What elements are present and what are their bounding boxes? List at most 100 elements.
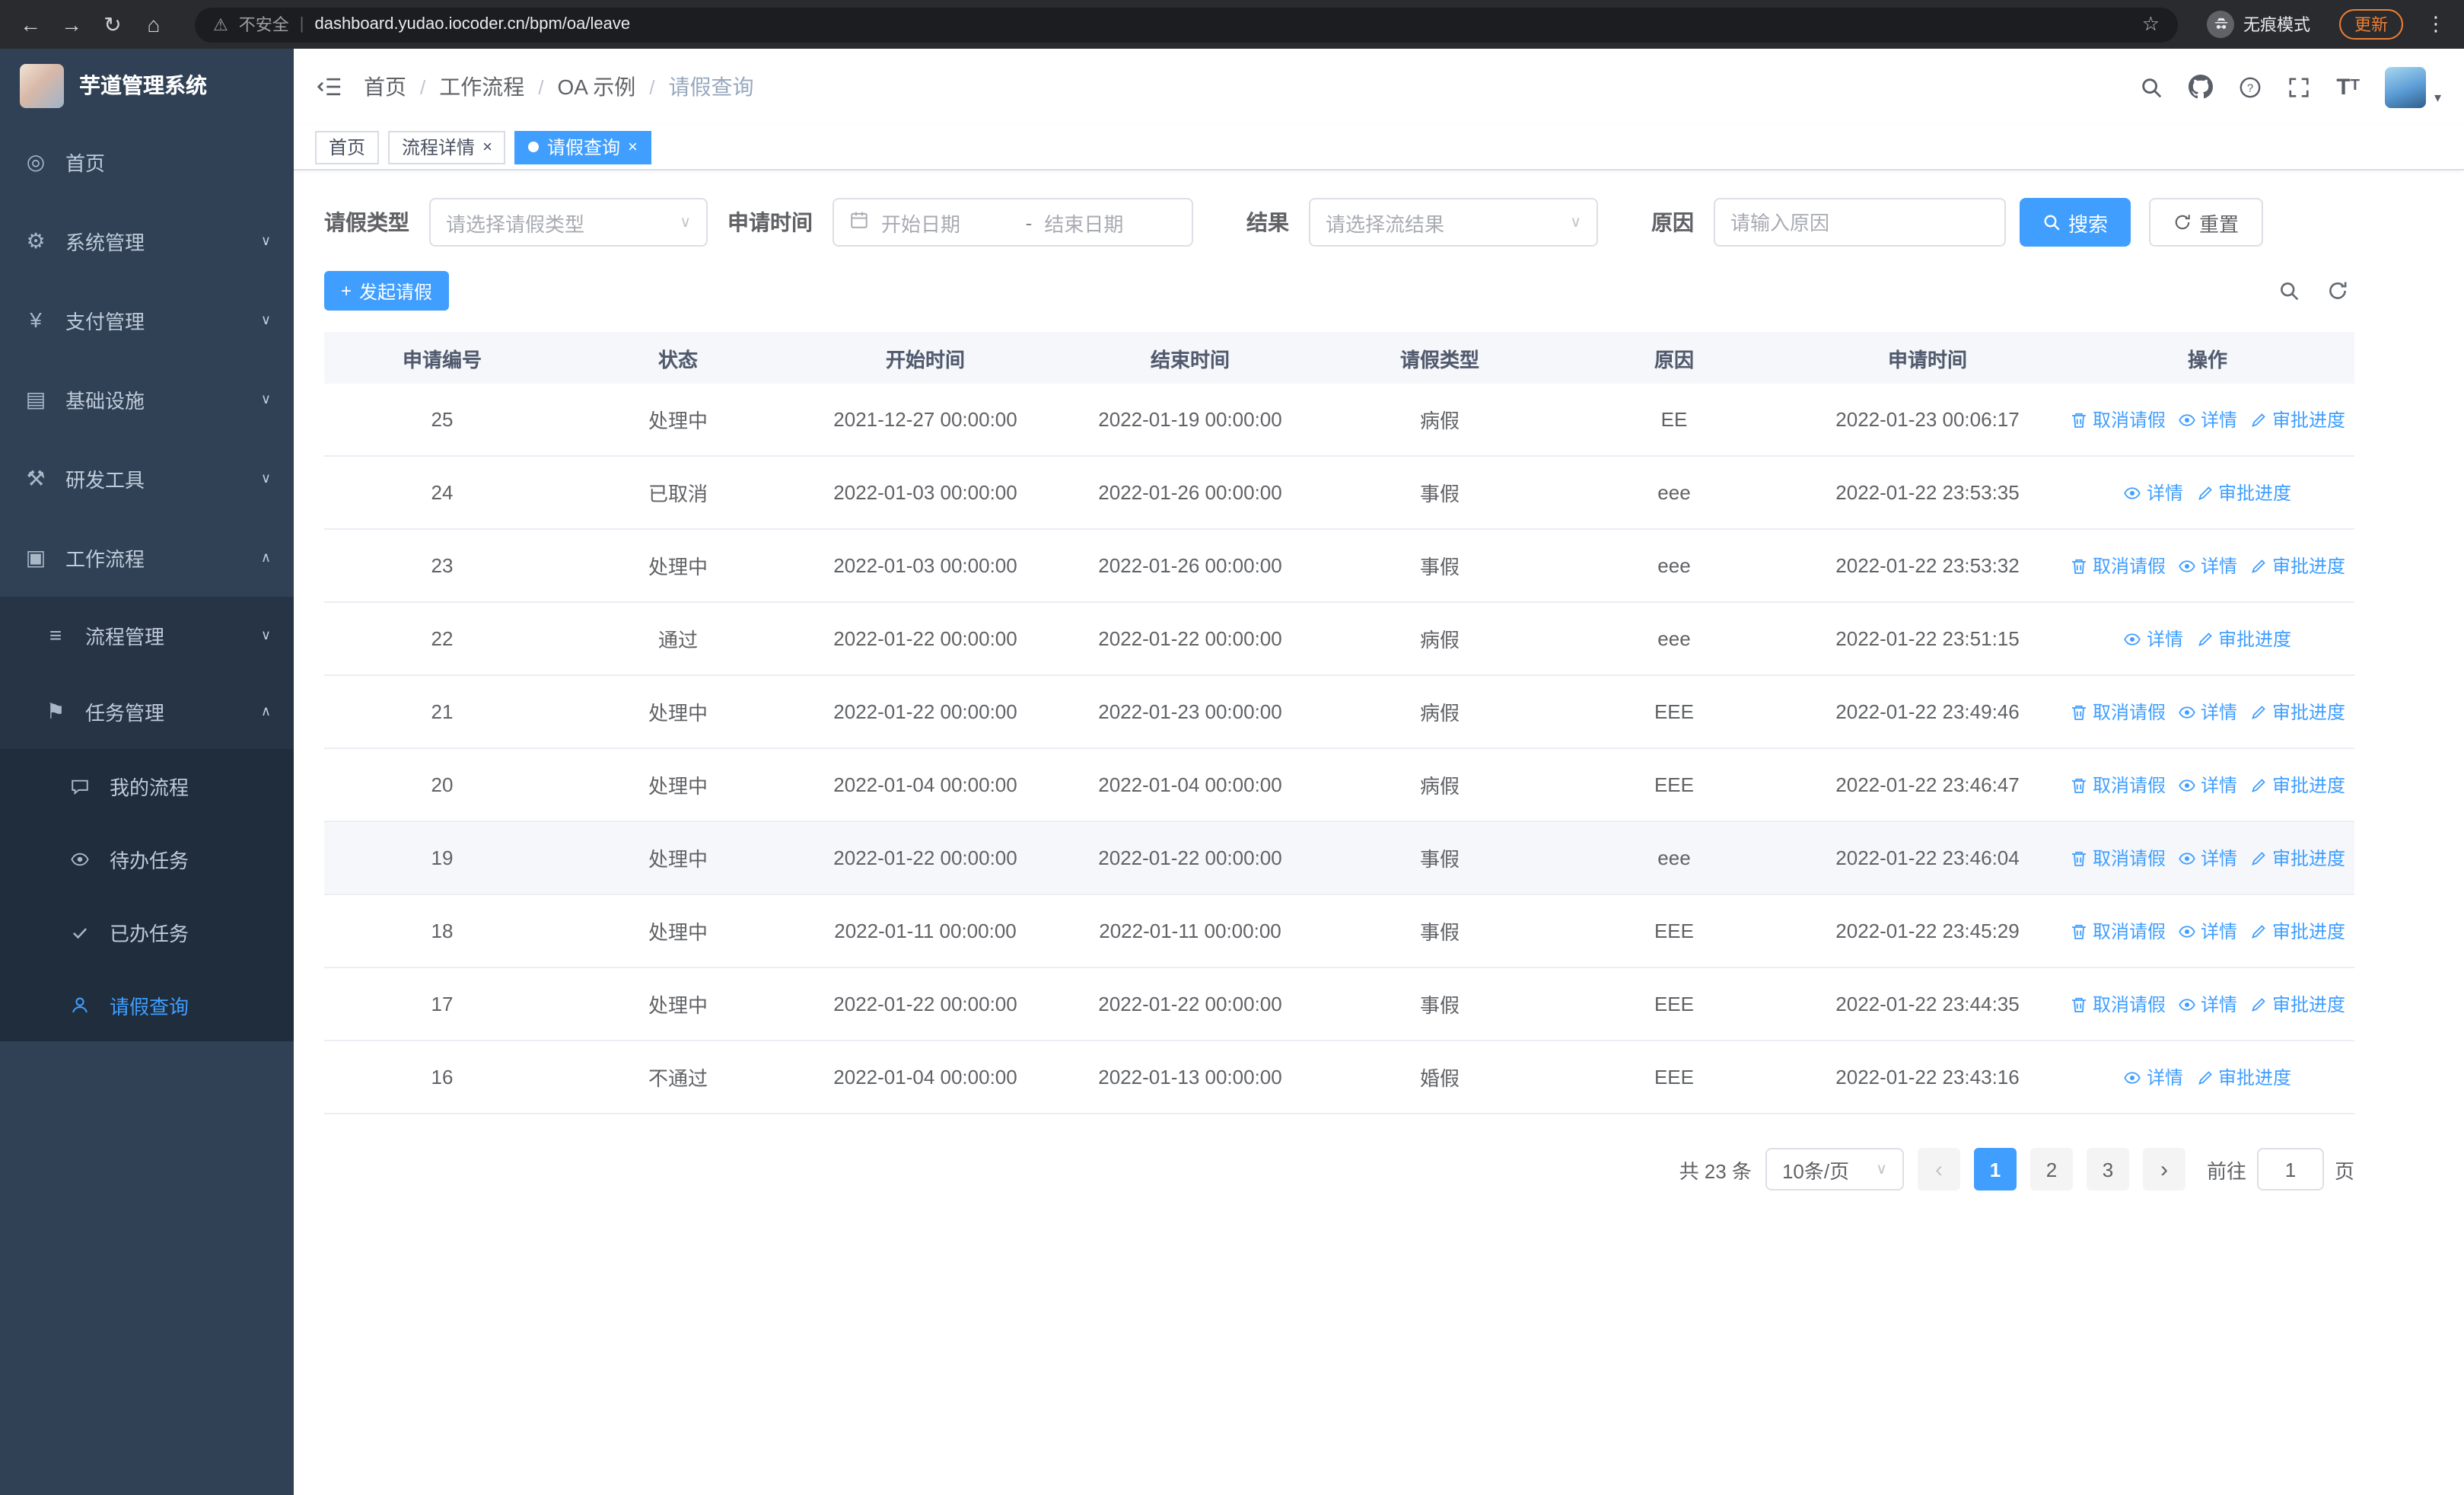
fullscreen-icon[interactable] (2287, 75, 2310, 98)
plus-icon: + (341, 280, 352, 301)
page-button-2[interactable]: 2 (2029, 1148, 2073, 1191)
action-cancel-leave[interactable]: 取消请假 (2070, 845, 2166, 871)
update-button[interactable]: 更新 (2339, 9, 2403, 40)
action-detail[interactable]: 详情 (2124, 480, 2183, 505)
divider: | (299, 15, 304, 33)
cell-reason: eee (1657, 846, 1691, 869)
table-row: 16 不通过 2022-01-04 00:00:00 2022-01-13 00:00… (324, 1041, 2354, 1114)
help-icon[interactable]: ? (2239, 75, 2262, 98)
sidebar-item-infrastructure[interactable]: ▤ 基础设施 ∨ (0, 359, 294, 438)
action-cancel-leave[interactable]: 取消请假 (2070, 991, 2166, 1017)
home-icon[interactable]: ⌂ (142, 12, 166, 37)
search-icon[interactable] (2140, 75, 2163, 98)
leave-type-select[interactable]: 请选择请假类型 ∨ (429, 198, 708, 247)
action-detail[interactable]: 详情 (2124, 626, 2183, 652)
sidebar-item-process-management[interactable]: ≡ 流程管理 ∨ (0, 597, 294, 673)
back-icon[interactable]: ← (18, 12, 43, 37)
sidebar-item-my-process[interactable]: 我的流程 (0, 749, 294, 822)
sidebar-item-home[interactable]: ◎ 首页 (0, 122, 294, 201)
action-detail[interactable]: 详情 (2178, 991, 2237, 1017)
sidebar-item-todo-tasks[interactable]: 待办任务 (0, 822, 294, 895)
action-detail[interactable]: 详情 (2178, 406, 2237, 432)
next-page-button[interactable]: › (2142, 1148, 2185, 1191)
action-detail[interactable]: 详情 (2178, 553, 2237, 579)
action-cancel-leave[interactable]: 取消请假 (2070, 918, 2166, 944)
github-icon[interactable] (2189, 75, 2214, 99)
tab-process-detail[interactable]: 流程详情 × (388, 130, 506, 164)
action-approval-progress[interactable]: 审批进度 (2249, 406, 2345, 432)
tab-home[interactable]: 首页 (315, 130, 380, 164)
incognito-chip: 无痕模式 (2207, 11, 2310, 38)
cell-status: 处理中 (648, 702, 708, 725)
action-detail[interactable]: 详情 (2124, 1064, 2183, 1090)
cell-apply-time: 2022-01-22 23:46:04 (1835, 846, 2020, 869)
breadcrumb-item[interactable]: 工作流程 (439, 72, 524, 102)
action-detail[interactable]: 详情 (2178, 699, 2237, 725)
sidebar-fold-icon[interactable] (317, 76, 341, 97)
date-range-picker[interactable]: 开始日期 - 结束日期 (832, 198, 1193, 247)
search-button[interactable]: 搜索 (2020, 198, 2131, 247)
breadcrumb-item[interactable]: OA 示例 (558, 72, 636, 102)
sidebar-item-leave-query[interactable]: 请假查询 (0, 968, 294, 1041)
action-approval-progress[interactable]: 审批进度 (2249, 699, 2345, 725)
result-select[interactable]: 请选择流结果 ∨ (1309, 198, 1598, 247)
cell-leave-type: 事假 (1419, 556, 1460, 579)
search-toggle-icon[interactable] (2278, 280, 2300, 301)
action-approval-progress[interactable]: 审批进度 (2195, 480, 2291, 505)
sidebar-item-done-tasks[interactable]: 已办任务 (0, 895, 294, 968)
action-cancel-leave[interactable]: 取消请假 (2070, 553, 2166, 579)
page-button-1[interactable]: 1 (1973, 1148, 2017, 1191)
action-detail[interactable]: 详情 (2178, 772, 2237, 798)
forward-icon[interactable]: → (59, 12, 84, 37)
cell-apply-time: 2022-01-22 23:45:29 (1835, 920, 2020, 942)
font-size-icon[interactable]: TT (2336, 75, 2360, 98)
action-cancel-leave[interactable]: 取消请假 (2070, 406, 2166, 432)
cell-start-time: 2022-01-11 00:00:00 (834, 920, 1017, 942)
close-icon[interactable]: × (628, 138, 638, 156)
breadcrumb-item[interactable]: 首页 (364, 72, 406, 102)
action-approval-progress[interactable]: 审批进度 (2249, 772, 2345, 798)
prev-page-button[interactable]: ‹ (1917, 1148, 1960, 1191)
total-count: 共 23 条 (1679, 1159, 1752, 1182)
sidebar-item-payment[interactable]: ¥ 支付管理 ∨ (0, 280, 294, 359)
sidebar-item-task-management[interactable]: ⚑ 任务管理 ∧ (0, 673, 294, 749)
tab-leave-query[interactable]: 请假查询 × (514, 130, 651, 164)
browser-menu-icon[interactable]: ⋮ (2426, 12, 2446, 37)
cell-status: 处理中 (648, 556, 708, 579)
refresh-icon[interactable] (2327, 280, 2348, 301)
sidebar-item-system[interactable]: ⚙ 系统管理 ∨ (0, 201, 294, 280)
close-icon[interactable]: × (482, 138, 492, 156)
leave-type-label: 请假类型 (324, 210, 409, 234)
reset-button[interactable]: 重置 (2149, 198, 2264, 247)
action-approval-progress[interactable]: 审批进度 (2249, 553, 2345, 579)
sidebar-item-dev-tools[interactable]: ⚒ 研发工具 ∨ (0, 438, 294, 518)
action-approval-progress[interactable]: 审批进度 (2195, 1064, 2291, 1090)
create-leave-button[interactable]: + 发起请假 (324, 271, 450, 311)
action-approval-progress[interactable]: 审批进度 (2249, 991, 2345, 1017)
address-bar[interactable]: ⚠ 不安全 | dashboard.yudao.iocoder.cn/bpm/o… (195, 7, 2178, 42)
cell-status: 已取消 (648, 483, 708, 505)
chevron-up-icon: ∧ (260, 703, 271, 718)
svg-text:?: ? (2247, 81, 2253, 94)
cell-end-time: 2022-01-22 00:00:00 (1098, 627, 1282, 650)
sidebar-item-workflow[interactable]: ▣ 工作流程 ∧ (0, 518, 294, 597)
security-label: 不安全 (238, 17, 289, 35)
action-detail[interactable]: 详情 (2178, 918, 2237, 944)
page-button-3[interactable]: 3 (2086, 1148, 2129, 1191)
action-cancel-leave[interactable]: 取消请假 (2070, 772, 2166, 798)
action-detail[interactable]: 详情 (2178, 845, 2237, 871)
column-header: 状态 (657, 348, 698, 371)
action-cancel-leave[interactable]: 取消请假 (2070, 699, 2166, 725)
chevron-down-icon: ∨ (260, 311, 271, 327)
action-approval-progress[interactable]: 审批进度 (2249, 918, 2345, 944)
user-avatar[interactable] (2385, 66, 2427, 107)
goto-page-input[interactable] (2256, 1148, 2324, 1191)
reason-input[interactable] (1730, 211, 1989, 234)
action-approval-progress[interactable]: 审批进度 (2195, 626, 2291, 652)
breadcrumb-separator: / (420, 75, 426, 98)
reload-icon[interactable]: ↻ (100, 11, 125, 37)
page-size-select[interactable]: 10条/页 ∨ (1765, 1148, 1904, 1191)
bookmark-star-icon[interactable]: ☆ (2142, 12, 2160, 37)
action-approval-progress[interactable]: 审批进度 (2249, 845, 2345, 871)
caret-down-icon[interactable]: ▾ (2434, 89, 2441, 107)
